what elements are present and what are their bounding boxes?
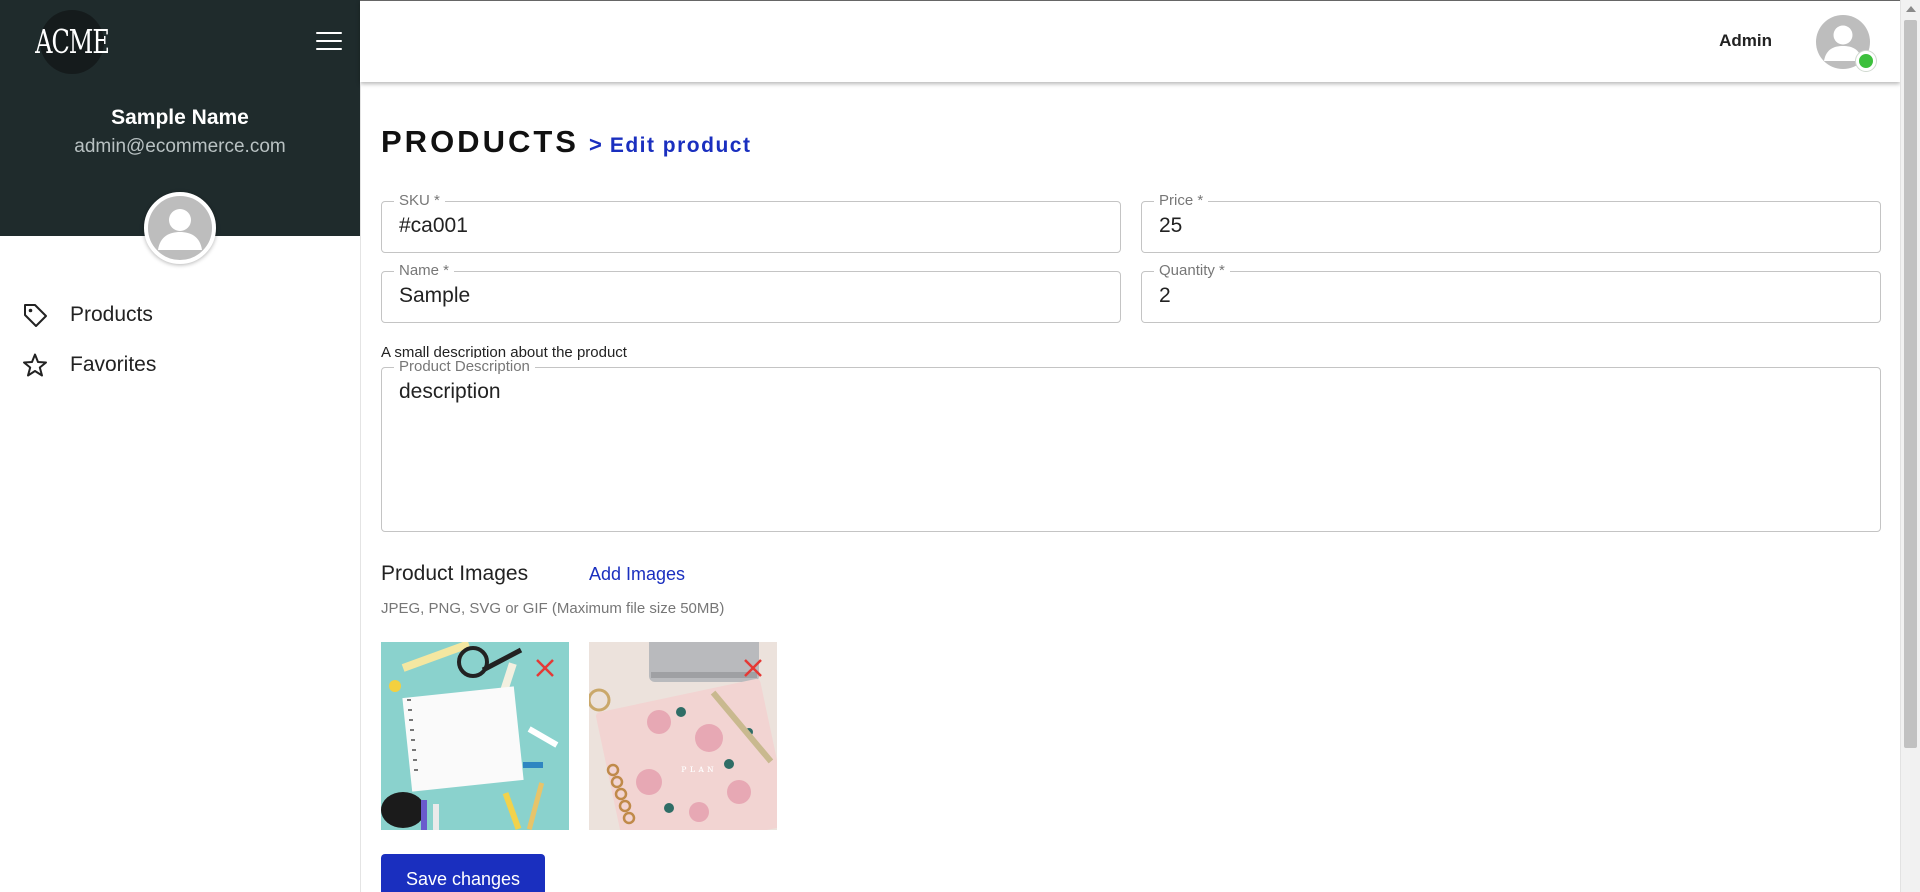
svg-text:ᴘ ʟ ᴀ ɴ: ᴘ ʟ ᴀ ɴ: [681, 764, 714, 775]
scrollbar-thumb[interactable]: [1904, 20, 1917, 748]
name-input[interactable]: [399, 284, 1103, 308]
chevron-right-icon: >: [588, 132, 602, 157]
admin-label: Admin: [1719, 31, 1772, 50]
sidebar: ACME Sample Name admin@ecommerce.com Pro…: [0, 0, 360, 892]
acme-logo[interactable]: ACME: [35, 10, 110, 74]
topbar: Admin: [360, 0, 1900, 82]
image-format-note: JPEG, PNG, SVG or GIF (Maximum file size…: [381, 600, 725, 617]
breadcrumb: PRODUCTS > Edit product: [381, 124, 751, 160]
logo-text: ACME: [35, 23, 110, 61]
menu-icon[interactable]: [316, 32, 342, 52]
page-scrollbar[interactable]: [1900, 0, 1920, 892]
close-icon[interactable]: [533, 656, 557, 680]
main-content: PRODUCTS > Edit product SKU * Price * Na…: [360, 82, 1900, 892]
description-field: Product Description description: [381, 358, 1881, 532]
sidebar-item-label: Products: [70, 303, 153, 326]
sidebar-nav: Products Favorites: [0, 290, 360, 390]
sku-field: SKU *: [381, 192, 1121, 253]
add-images-button[interactable]: Add Images: [589, 564, 685, 585]
online-status-dot: [1856, 51, 1876, 71]
sku-label: SKU *: [394, 192, 445, 209]
price-field: Price *: [1141, 192, 1881, 253]
sidebar-item-favorites[interactable]: Favorites: [0, 340, 360, 390]
page-subtitle: Edit product: [609, 134, 752, 157]
name-field: Name *: [381, 262, 1121, 323]
tag-icon: [24, 304, 47, 327]
name-label: Name *: [394, 262, 455, 279]
description-label: Product Description: [394, 358, 535, 375]
save-changes-button[interactable]: Save changes: [381, 854, 545, 892]
quantity-field: Quantity *: [1141, 262, 1881, 323]
product-image-thumbnail: [381, 642, 569, 830]
quantity-input[interactable]: [1159, 284, 1863, 308]
quantity-label: Quantity *: [1154, 262, 1230, 279]
sidebar-item-label: Favorites: [70, 353, 157, 376]
sidebar-item-products[interactable]: Products: [0, 290, 360, 340]
user-email: admin@ecommerce.com: [74, 136, 286, 157]
star-icon: [23, 353, 47, 377]
sidebar-avatar: [144, 192, 216, 264]
product-image-thumbnail: ᴘ ʟ ᴀ ɴ: [589, 642, 777, 830]
description-textarea[interactable]: description: [399, 380, 1863, 520]
page-title: PRODUCTS: [381, 124, 579, 159]
product-images-title: Product Images: [381, 562, 529, 585]
close-icon[interactable]: [741, 656, 765, 680]
person-icon: [158, 209, 202, 250]
user-name: Sample Name: [111, 106, 249, 129]
sku-input[interactable]: [399, 214, 1103, 238]
scroll-up-arrow-icon[interactable]: [1906, 6, 1916, 12]
price-label: Price *: [1154, 192, 1209, 209]
price-input[interactable]: [1159, 214, 1863, 238]
